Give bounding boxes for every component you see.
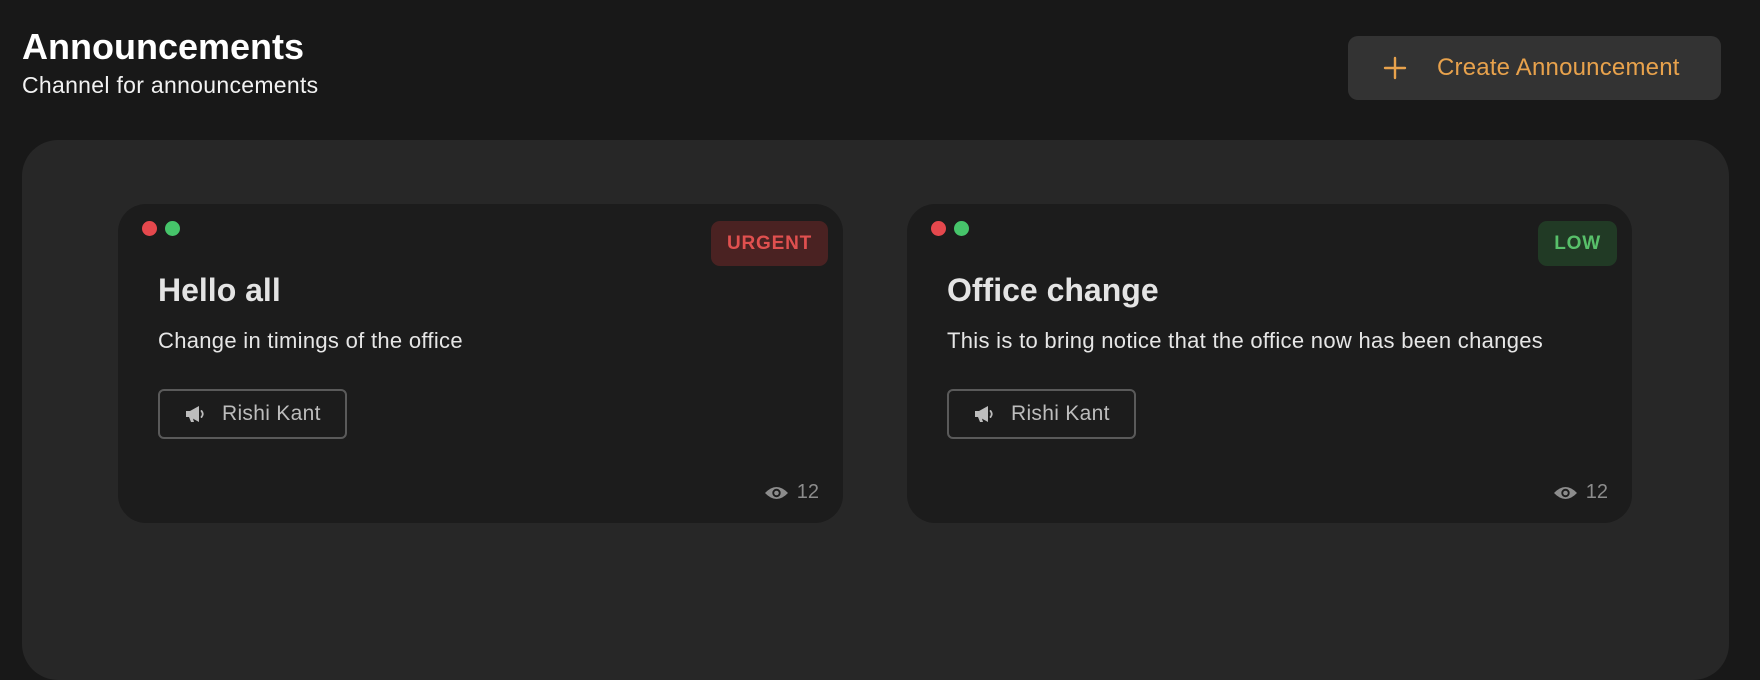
priority-badge: URGENT (710, 221, 828, 266)
plus-icon (1383, 56, 1407, 80)
view-count: 12 (764, 481, 819, 504)
megaphone-icon (975, 406, 993, 422)
view-count-number: 12 (1585, 481, 1608, 503)
author-chip[interactable]: Rishi Kant (158, 389, 347, 439)
create-announcement-button[interactable]: Create Announcement (1348, 36, 1721, 100)
author-name: Rishi Kant (222, 402, 321, 425)
eye-icon (764, 486, 788, 499)
page-header: Announcements Channel for announcements (22, 24, 318, 100)
announcement-title: Office change (947, 272, 1159, 308)
author-name: Rishi Kant (1011, 402, 1110, 425)
page-subtitle: Channel for announcements (22, 72, 319, 98)
card-status-dots (142, 221, 180, 236)
announcement-description: This is to bring notice that the office … (947, 328, 1544, 353)
green-dot-icon (165, 221, 180, 236)
eye-icon (1553, 486, 1577, 499)
priority-badge: LOW (1538, 221, 1617, 266)
red-dot-icon (931, 221, 946, 236)
announcement-description: Change in timings of the office (158, 328, 463, 353)
announcement-title: Hello all (158, 272, 281, 308)
megaphone-icon (186, 406, 204, 422)
create-announcement-label: Create Announcement (1437, 54, 1680, 81)
page-title: Announcements (22, 26, 305, 67)
red-dot-icon (142, 221, 157, 236)
green-dot-icon (954, 221, 969, 236)
card-status-dots (931, 221, 969, 236)
view-count: 12 (1553, 481, 1608, 504)
view-count-number: 12 (796, 481, 819, 503)
author-chip[interactable]: Rishi Kant (947, 389, 1136, 439)
announcement-card[interactable]: LOW Office change This is to bring notic… (907, 204, 1632, 523)
announcement-card[interactable]: URGENT Hello all Change in timings of th… (118, 204, 843, 523)
